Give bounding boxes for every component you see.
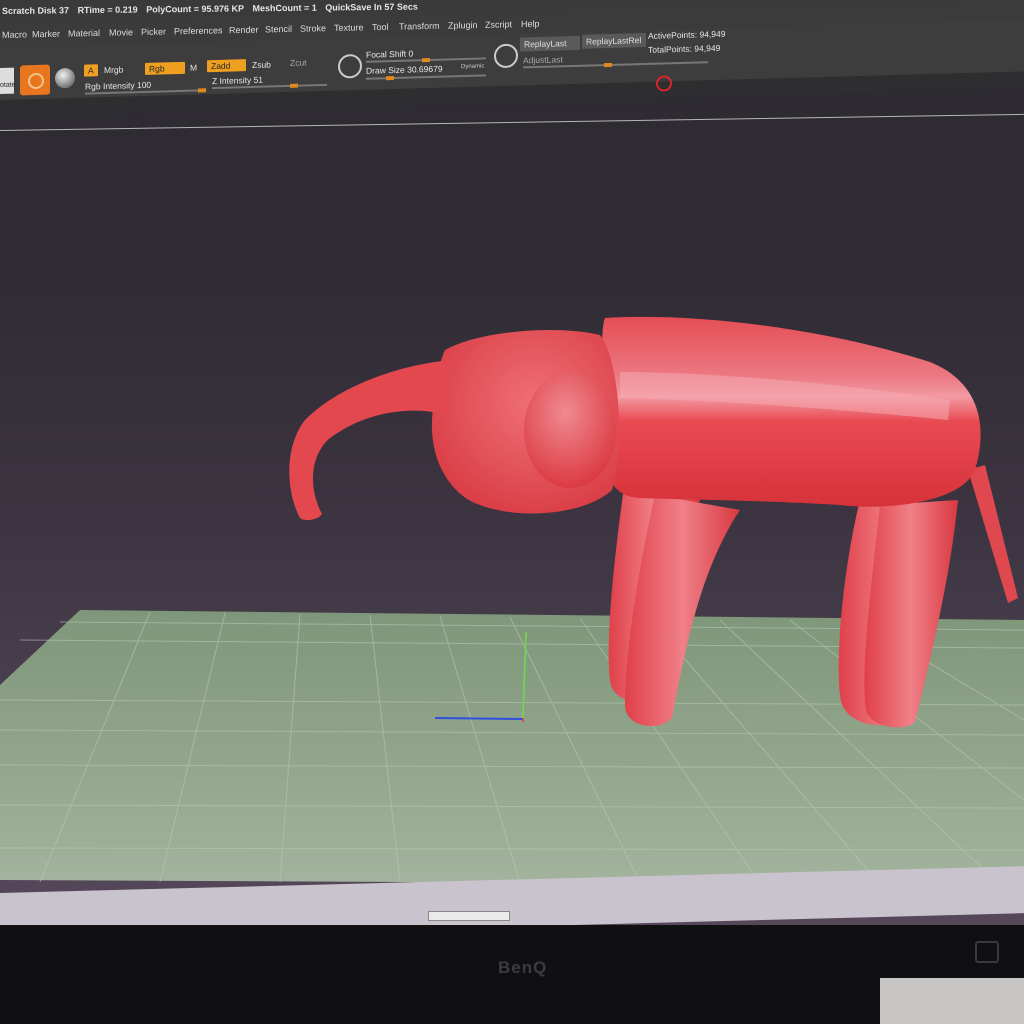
desk-background [880, 978, 1024, 1024]
ear [524, 372, 616, 488]
trunk [289, 360, 450, 521]
monitor: Scratch Disk 37 RTime = 0.219 PolyCount … [0, 0, 1024, 1024]
power-button-icon [975, 941, 999, 963]
document-viewport[interactable] [0, 0, 1024, 940]
zbrush-screen: Scratch Disk 37 RTime = 0.219 PolyCount … [0, 0, 1024, 940]
bottom-tray-handle[interactable] [428, 911, 510, 921]
tail [968, 465, 1018, 603]
monitor-brand-logo: BenQ [498, 958, 548, 977]
